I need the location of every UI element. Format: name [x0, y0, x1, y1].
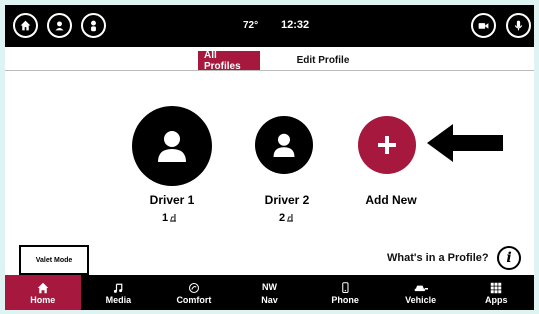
status-bar: 72° 12:32 [5, 5, 534, 47]
person-icon [91, 20, 96, 32]
home-shortcut-button[interactable] [13, 13, 38, 38]
plus-icon [378, 136, 396, 154]
driver-shortcut-button[interactable] [81, 13, 106, 38]
voice-button[interactable] [506, 13, 531, 38]
camera-icon [478, 23, 489, 29]
house-icon [20, 20, 31, 31]
whats-in-profile-link[interactable]: What's in a Profile? [387, 252, 489, 264]
person-silhouette-icon [273, 133, 295, 157]
person-silhouette-icon [158, 131, 186, 162]
home-icon [37, 282, 49, 293]
microphone-icon [514, 20, 523, 31]
climate-icon [188, 282, 199, 293]
arrow-left-icon [427, 124, 503, 162]
nav-apps[interactable]: Apps [458, 275, 534, 310]
nav-vehicle[interactable]: Vehicle [383, 275, 459, 310]
valet-mode-button[interactable]: Valet Mode [19, 245, 89, 275]
add-new-label: Add New [365, 193, 417, 207]
uconnect-screen: 72° 12:32 All Profiles Edit Profile Driv… [5, 5, 534, 310]
tab-edit-profile[interactable]: Edit Profile [288, 51, 358, 70]
compass-icon: NW [262, 281, 278, 292]
music-note-icon [114, 283, 123, 293]
nav-nav[interactable]: NW Nav [232, 275, 308, 310]
profile-shortcut-button[interactable] [47, 13, 72, 38]
profile-tabs: All Profiles Edit Profile [5, 47, 534, 72]
info-icon[interactable]: i [497, 246, 521, 270]
clock-readout: 12:32 [281, 19, 310, 31]
add-profile-button[interactable] [358, 116, 416, 174]
apps-grid-icon [491, 282, 502, 293]
user-circle-icon [55, 21, 64, 31]
phone-icon [342, 281, 349, 293]
driver-2-avatar[interactable] [255, 116, 313, 174]
nav-phone[interactable]: Phone [307, 275, 383, 310]
car-icon [414, 285, 428, 291]
seat-icon [170, 214, 177, 222]
temperature-readout: 72° [243, 20, 259, 31]
tab-all-profiles[interactable]: All Profiles [198, 50, 260, 72]
driver-1-seat: 1 [162, 212, 178, 224]
camera-button[interactable] [471, 13, 496, 38]
nav-home[interactable]: Home [5, 275, 81, 310]
nav-comfort[interactable]: Comfort [156, 275, 232, 310]
bottom-nav-bar: Home Media Comfort NW Nav Phone Vehicle [5, 275, 534, 310]
driver-2-name: Driver 2 [264, 193, 310, 207]
seat-icon [287, 214, 294, 222]
driver-1-avatar[interactable] [132, 106, 212, 186]
driver-1-name: Driver 1 [149, 193, 195, 207]
driver-2-seat: 2 [279, 212, 295, 224]
nav-media[interactable]: Media [81, 275, 157, 310]
